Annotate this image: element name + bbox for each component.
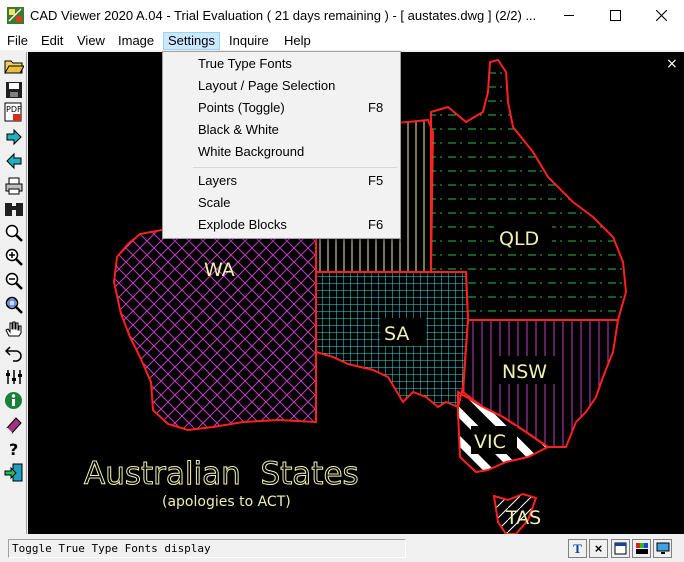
zoom-in-button[interactable] [3,246,24,267]
close-status-button[interactable]: × [589,539,608,558]
menu-item-points-toggle[interactable]: Points (Toggle) F8 [164,97,399,119]
pdf-export-button[interactable]: PDF [3,102,24,123]
minimize-button[interactable] [546,0,592,31]
menu-item-black-white[interactable]: Black & White [164,119,399,141]
status-bar: Toggle True Type Fonts display T × [0,534,684,562]
shortcut-f8: F8 [368,100,384,115]
zoom-window-icon [5,296,23,314]
zoom-out-button[interactable] [3,270,24,291]
layers-button[interactable] [3,366,24,387]
open-folder-icon [3,60,24,73]
label-qld: QLD [499,228,539,250]
open-button[interactable] [3,55,24,76]
save-button[interactable] [3,79,24,100]
print-icon [5,177,22,194]
pan-button[interactable] [3,318,24,339]
prev-arrow-icon [5,152,21,169]
window-title: CAD Viewer 2020 A.04 - Trial Evaluation … [30,8,537,23]
window-toggle-button[interactable] [611,539,630,558]
next-arrow-icon [6,128,22,145]
previous-button[interactable] [3,150,24,171]
undo-icon [4,345,22,362]
monitor-icon [656,542,669,554]
print-button[interactable] [3,175,24,196]
svg-text:PDF: PDF [6,105,22,114]
shortcut-f6: F6 [368,217,384,232]
binoculars-icon [4,202,23,216]
label-vic: VIC [474,431,506,453]
menu-item-layout-page-selection[interactable]: Layout / Page Selection [164,75,399,97]
app-window: CAD Viewer 2020 A.04 - Trial Evaluation … [0,0,684,562]
layers-icon [5,369,22,384]
close-button[interactable] [638,0,684,31]
window-icon [614,542,627,555]
zoom-button[interactable] [3,222,24,243]
menu-settings[interactable]: Settings [163,32,220,50]
settings-dropdown: True Type Fonts Layout / Page Selection … [162,51,401,239]
app-icon [7,7,24,24]
zoom-in-icon [5,248,23,266]
maximize-button[interactable] [592,0,638,31]
drawing-subtitle: (apologies to ACT) [162,494,291,510]
menu-item-layers[interactable]: Layers F5 [164,170,399,192]
label-wa: WA [204,259,235,281]
zoom-out-icon [5,272,23,290]
minimize-icon [563,15,574,16]
save-icon [5,81,22,98]
menu-edit[interactable]: Edit [37,32,67,50]
find-button[interactable] [3,198,24,219]
undo-button[interactable] [3,342,24,363]
menu-bar: File Edit View Image Settings Inquire He… [0,31,684,51]
label-sa: SA [384,323,409,345]
label-tas: TAS [505,507,541,529]
menu-separator [193,167,397,168]
book-button[interactable] [3,414,24,435]
color-palette-button[interactable] [632,539,651,558]
true-type-toggle-button[interactable]: T [568,539,587,558]
maximize-icon [609,10,621,21]
palette-icon [635,543,648,554]
menu-item-true-type-fonts[interactable]: True Type Fonts [164,53,399,75]
close-icon [655,10,667,21]
monitor-button[interactable] [653,539,672,558]
next-button[interactable] [3,126,24,147]
menu-item-explode-blocks[interactable]: Explode Blocks F6 [164,214,399,236]
menu-item-white-background[interactable]: White Background [164,141,399,163]
pan-hand-icon [4,321,21,336]
menu-item-scale[interactable]: Scale [164,192,399,214]
drawing-title: Australian States [84,456,359,492]
left-toolbar: PDF ? [0,52,27,534]
svg-text:?: ? [9,440,18,458]
status-message: Toggle True Type Fonts display [8,539,406,558]
title-bar: CAD Viewer 2020 A.04 - Trial Evaluation … [0,0,684,31]
label-nsw: NSW [502,361,547,383]
info-icon [5,392,22,409]
help-button[interactable]: ? [3,438,24,459]
menu-image[interactable]: Image [114,32,158,50]
exit-icon [4,463,23,482]
menu-file[interactable]: File [3,32,32,50]
close-drawing-icon[interactable]: × [666,56,678,72]
menu-help[interactable]: Help [280,32,315,50]
zoom-icon [5,224,23,242]
help-icon: ? [9,440,18,458]
zoom-window-button[interactable] [3,294,24,315]
menu-view[interactable]: View [73,32,109,50]
book-icon [5,416,22,434]
pdf-icon: PDF [4,102,22,122]
info-button[interactable] [3,390,24,411]
exit-button[interactable] [3,462,24,483]
shortcut-f5: F5 [368,173,384,188]
menu-inquire[interactable]: Inquire [225,32,273,50]
